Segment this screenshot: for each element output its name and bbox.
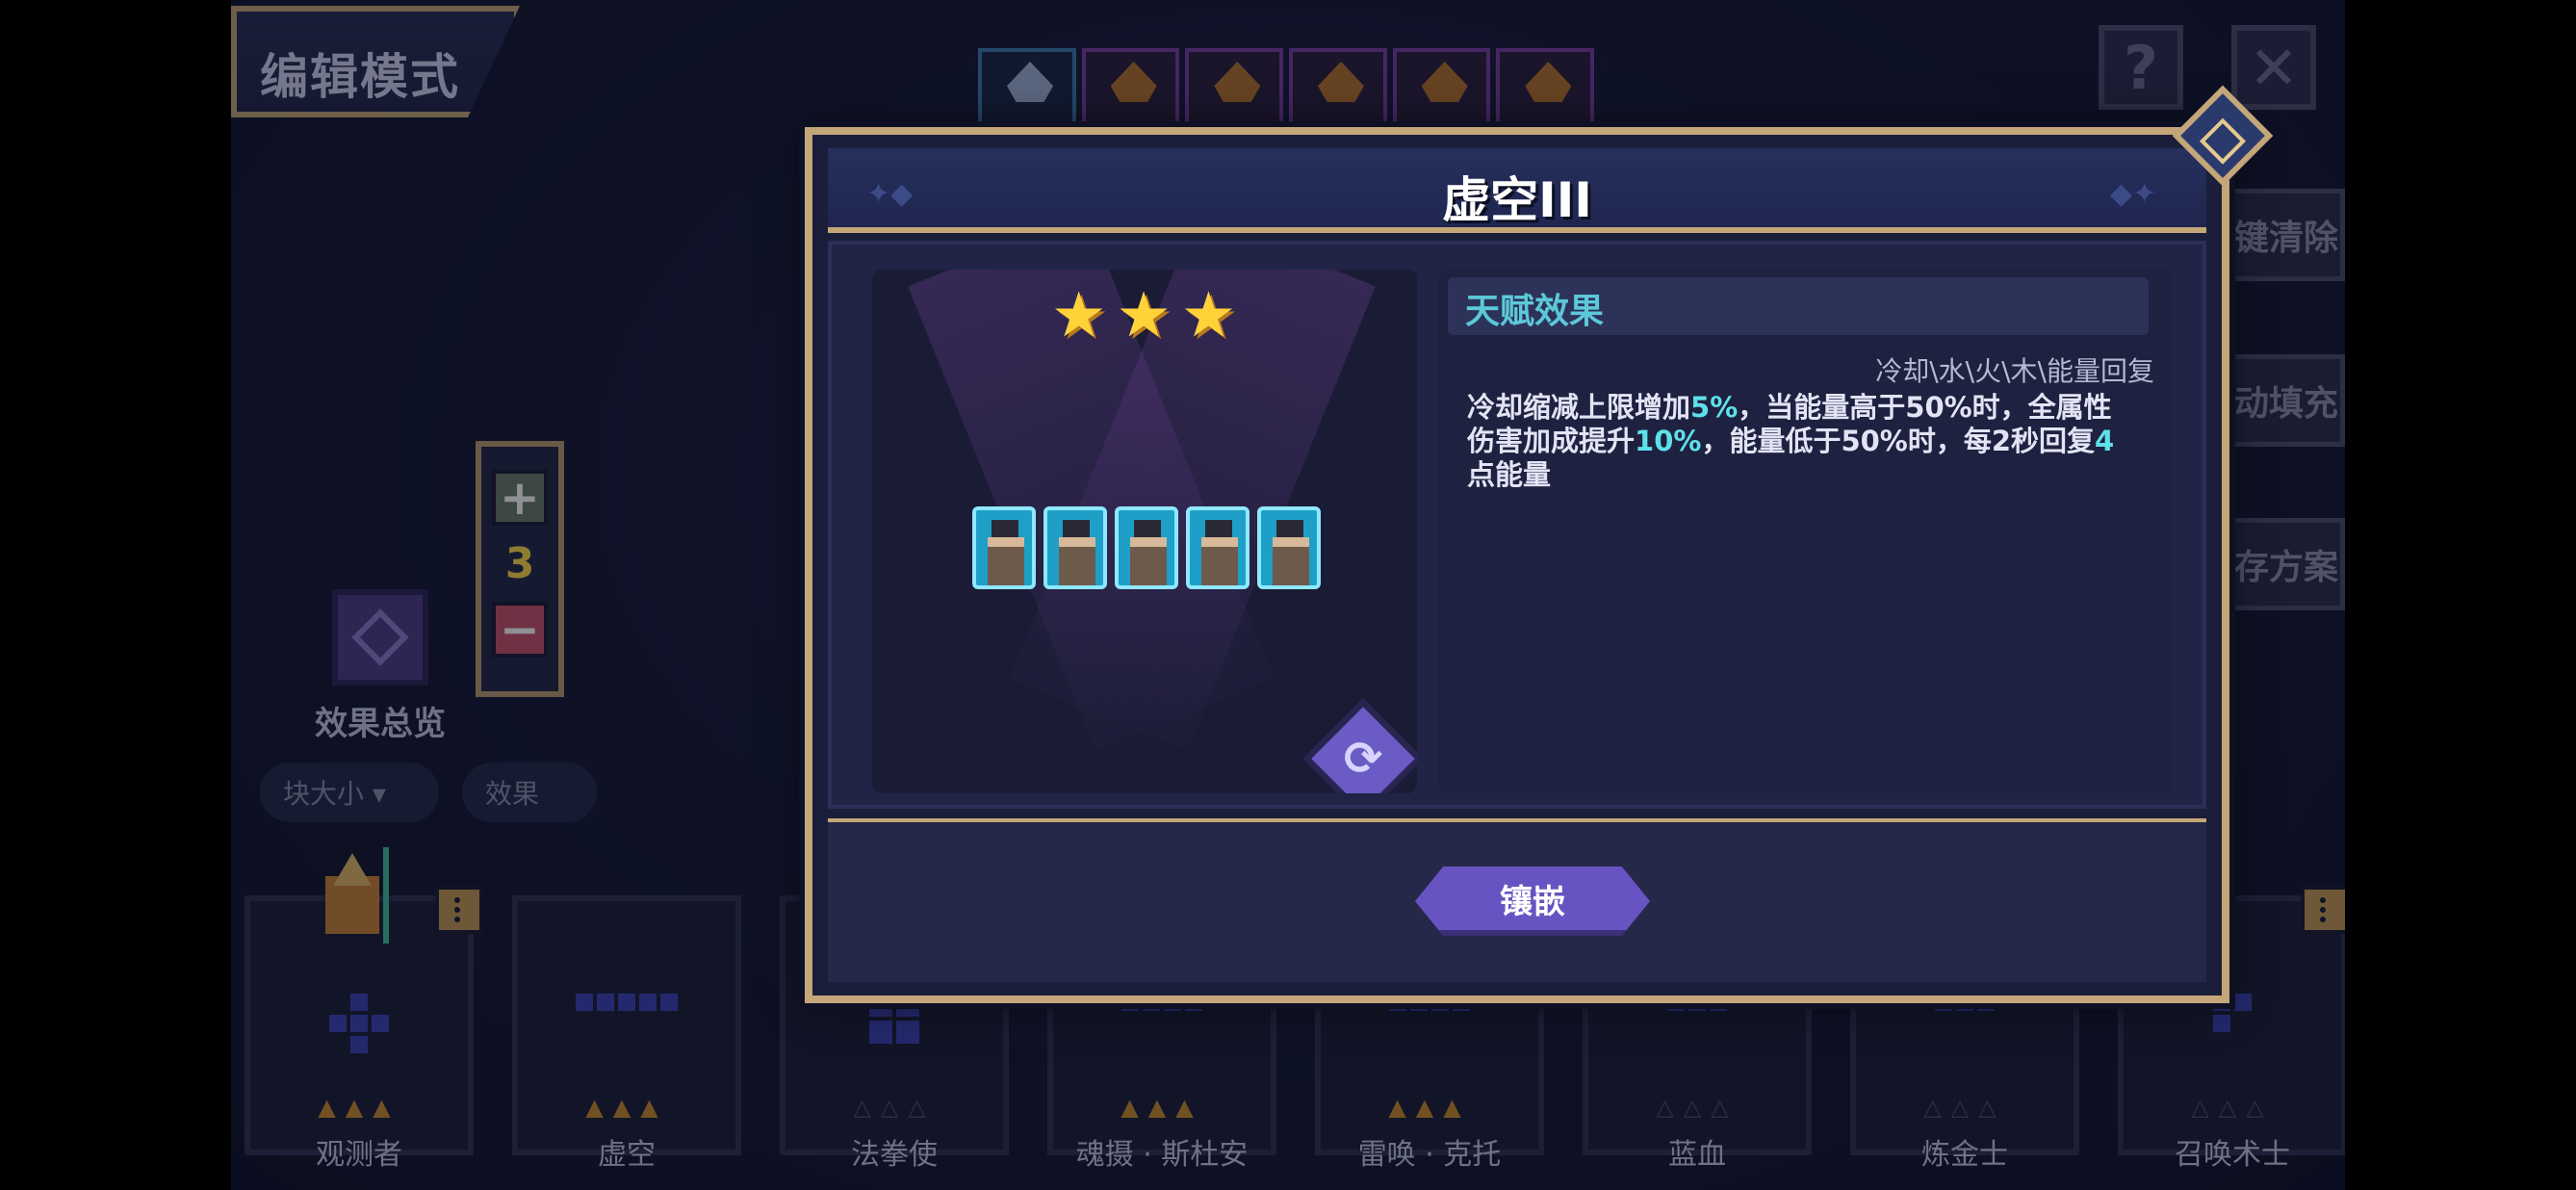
star-icon: ★	[1116, 280, 1172, 351]
card-name: 虚空	[598, 1138, 656, 1172]
hero-slot[interactable]	[1081, 48, 1180, 129]
hero-slot[interactable]	[1496, 48, 1595, 129]
hero-slot[interactable]	[1289, 48, 1387, 129]
card-name: 观测者	[316, 1138, 402, 1172]
increase-button[interactable]: +	[492, 470, 548, 526]
decrease-button[interactable]: −	[492, 602, 548, 658]
star-icon: ★	[1051, 280, 1107, 351]
effect-filter[interactable]: 效果	[462, 763, 597, 822]
question-icon: ?	[2124, 32, 2158, 103]
edit-mode-label: 编辑模式	[260, 49, 460, 105]
block-size-filter[interactable]: 块大小 ▾	[260, 763, 439, 822]
unit-tile	[972, 506, 1036, 589]
piece-unit-row	[972, 506, 1321, 589]
card-name: 召唤术士	[2175, 1138, 2290, 1172]
card-name: 魂摄 · 斯杜安	[1075, 1138, 1249, 1172]
card-stars: △△△	[853, 1094, 936, 1121]
rotate-icon: ⟳	[1343, 732, 1383, 786]
rating-stars: ★ ★ ★	[1051, 285, 1236, 347]
hero-slot[interactable]	[1185, 48, 1284, 129]
card-name: 法拳使	[851, 1138, 938, 1172]
edit-mode-banner: 编辑模式	[231, 6, 520, 117]
effect-overview-label: 效果总览	[315, 705, 446, 743]
modal-title: 虚空III	[1442, 172, 1592, 228]
card-stars: ▲▲▲	[1388, 1094, 1471, 1121]
piece-card[interactable]: ▲▲▲ 虚空	[512, 895, 741, 1172]
card-stars: △△△	[2191, 1094, 2274, 1121]
effect-overview-button[interactable]: 效果总览	[308, 589, 452, 744]
piece-detail-modal: ✦◆ 虚空III ◆✦ ★ ★ ★ ⟳ 天赋效果 冷却\水\火\木\能量回复 冷…	[805, 85, 2274, 1003]
talent-pane: 天赋效果 冷却\水\火\木\能量回复 冷却缩减上限增加5%，当能量高于50%时，…	[1438, 270, 2172, 793]
hero-slot[interactable]	[1392, 48, 1491, 129]
unit-tile	[1186, 506, 1249, 589]
card-name: 炼金士	[1921, 1138, 2008, 1172]
lock-icon[interactable]	[2301, 886, 2345, 934]
unit-tile	[1257, 506, 1321, 589]
count-panel: + 3 −	[476, 441, 564, 697]
effect-overview-icon	[332, 589, 428, 686]
observer-character-sprite	[316, 847, 393, 944]
piece-preview-pane: ★ ★ ★ ⟳	[872, 270, 1417, 793]
piece-shape	[329, 994, 389, 1053]
game-screen: 编辑模式 ? ✕ 一键清除 自动填充 保存方案 + 3 − 效果总览 块大小 ▾…	[231, 0, 2345, 1190]
team-hero-row	[978, 48, 1595, 129]
modal-body: ★ ★ ★ ⟳ 天赋效果 冷却\水\火\木\能量回复 冷却缩减上限增加5%，当能…	[828, 241, 2206, 809]
lock-icon[interactable]	[435, 886, 483, 934]
talent-header: 天赋效果	[1448, 277, 2149, 335]
card-name: 蓝血	[1668, 1138, 1726, 1172]
title-ornament-right: ◆✦	[2110, 177, 2157, 211]
close-icon: ✕	[2249, 32, 2299, 103]
unit-tile	[1115, 506, 1178, 589]
star-icon: ★	[1180, 280, 1237, 351]
rotate-button[interactable]: ⟳	[1302, 698, 1417, 793]
card-stars: △△△	[1656, 1094, 1739, 1121]
modal-title-bar: ✦◆ 虚空III ◆✦	[828, 148, 2206, 233]
help-button[interactable]: ?	[2099, 25, 2183, 110]
card-stars: ▲▲▲	[1121, 1094, 1203, 1121]
card-stars: △△△	[1923, 1094, 2006, 1121]
unit-tile	[1043, 506, 1107, 589]
close-button[interactable]: ✕	[2231, 25, 2316, 110]
count-value: 3	[504, 539, 535, 588]
card-name: 雷唤 · 克托	[1357, 1138, 1502, 1172]
card-stars: ▲▲▲	[318, 1094, 400, 1121]
inlay-button[interactable]: 镶嵌	[1415, 867, 1650, 936]
card-stars: ▲▲▲	[585, 1094, 668, 1121]
talent-description: 冷却缩减上限增加5%，当能量高于50%时，全属性伤害加成提升10%，能量低于50…	[1467, 391, 2115, 491]
hero-slot[interactable]	[978, 48, 1076, 129]
modal-footer: 镶嵌	[828, 818, 2206, 982]
piece-shape	[576, 994, 678, 1011]
talent-tags: 冷却\水\火\木\能量回复	[1875, 355, 2154, 387]
